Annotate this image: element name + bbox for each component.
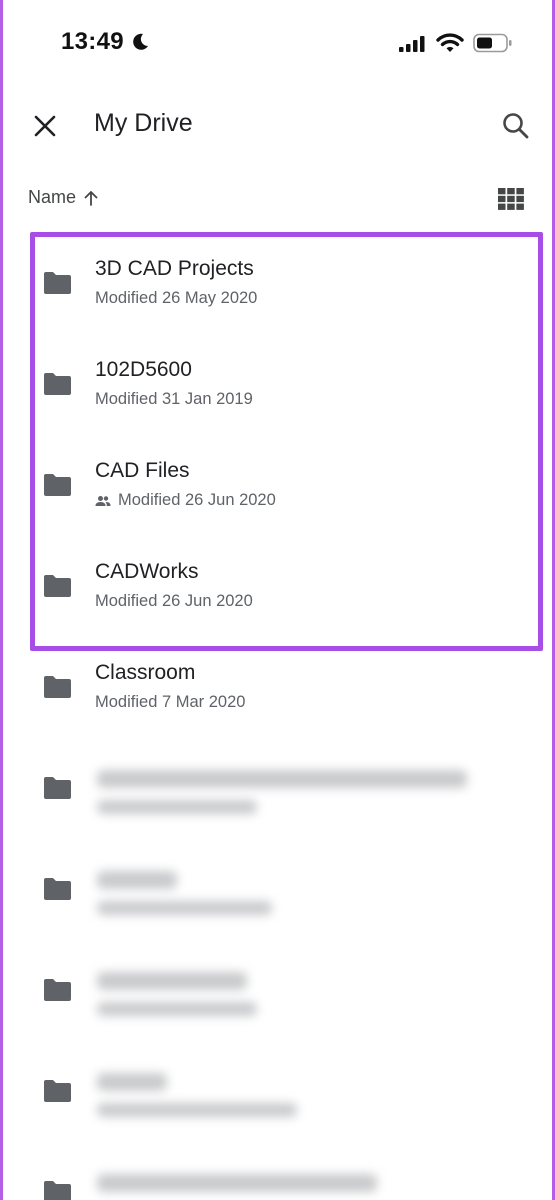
sort-by-name-button[interactable]: Name [28, 187, 100, 208]
folder-icon [44, 878, 71, 900]
file-row-blurred[interactable] [3, 738, 555, 839]
shared-people-icon [95, 495, 111, 506]
file-meta-text: Modified 26 Jun 2020 [118, 491, 276, 509]
file-meta-text: Modified 7 Mar 2020 [95, 693, 246, 711]
signal-icon [399, 36, 425, 52]
status-bar: 13:49 [3, 0, 555, 88]
sort-bar: Name [3, 180, 555, 220]
blurred-name [97, 770, 467, 788]
folder-icon [44, 575, 71, 597]
file-meta: Modified 26 Jun 2020 [95, 592, 253, 611]
folder-icon [44, 1181, 71, 1200]
file-meta-text: Modified 31 Jan 2019 [95, 390, 253, 408]
grid-view-icon[interactable] [497, 187, 525, 211]
file-row[interactable]: CAD Files Modified 26 Jun 2020 [3, 435, 555, 536]
blurred-meta [97, 800, 257, 814]
arrow-up-icon [84, 190, 98, 206]
file-name: 102D5600 [95, 358, 192, 381]
file-row[interactable]: Classroom Modified 7 Mar 2020 [3, 637, 555, 738]
blurred-meta [97, 1002, 257, 1016]
blurred-meta [97, 901, 272, 915]
file-row[interactable]: CADWorks Modified 26 Jun 2020 [3, 536, 555, 637]
file-meta: Modified 31 Jan 2019 [95, 390, 253, 409]
file-row-blurred[interactable] [3, 940, 555, 1041]
blurred-name [97, 1073, 167, 1091]
file-row-blurred[interactable] [3, 839, 555, 940]
folder-icon [44, 777, 71, 799]
file-list: 3D CAD Projects Modified 26 May 2020 102… [3, 233, 555, 1200]
folder-icon [44, 676, 71, 698]
search-icon[interactable] [498, 108, 534, 144]
file-meta: Modified 7 Mar 2020 [95, 693, 245, 712]
blurred-meta [97, 1103, 297, 1117]
blurred-name [97, 871, 177, 889]
folder-icon [44, 474, 71, 496]
close-icon[interactable] [27, 108, 63, 144]
battery-icon [473, 33, 512, 53]
folder-icon [44, 1080, 71, 1102]
file-row-blurred[interactable] [3, 1142, 555, 1200]
file-row[interactable]: 3D CAD Projects Modified 26 May 2020 [3, 233, 555, 334]
folder-icon [44, 979, 71, 1001]
file-name: CAD Files [95, 459, 190, 482]
file-meta-text: Modified 26 May 2020 [95, 289, 258, 307]
file-name: CADWorks [95, 560, 199, 583]
file-meta-text: Modified 26 Jun 2020 [95, 592, 253, 610]
status-time: 13:49 [61, 28, 124, 55]
moon-icon [133, 33, 148, 50]
page-title: My Drive [94, 109, 193, 137]
file-meta: Modified 26 Jun 2020 [95, 491, 276, 510]
file-row-blurred[interactable] [3, 1041, 555, 1142]
folder-icon [44, 272, 71, 294]
file-meta: Modified 26 May 2020 [95, 289, 257, 308]
folder-icon [44, 373, 71, 395]
wifi-icon [436, 33, 464, 52]
app-bar: My Drive [3, 96, 555, 156]
blurred-name [97, 1174, 377, 1192]
screen-frame: 13:49 My Drive Name 3D CAD Projects Modi… [0, 0, 555, 1200]
blurred-name [97, 972, 247, 990]
sort-label: Name [28, 187, 77, 207]
file-name: Classroom [95, 661, 196, 684]
file-name: 3D CAD Projects [95, 257, 254, 280]
file-row[interactable]: 102D5600 Modified 31 Jan 2019 [3, 334, 555, 435]
